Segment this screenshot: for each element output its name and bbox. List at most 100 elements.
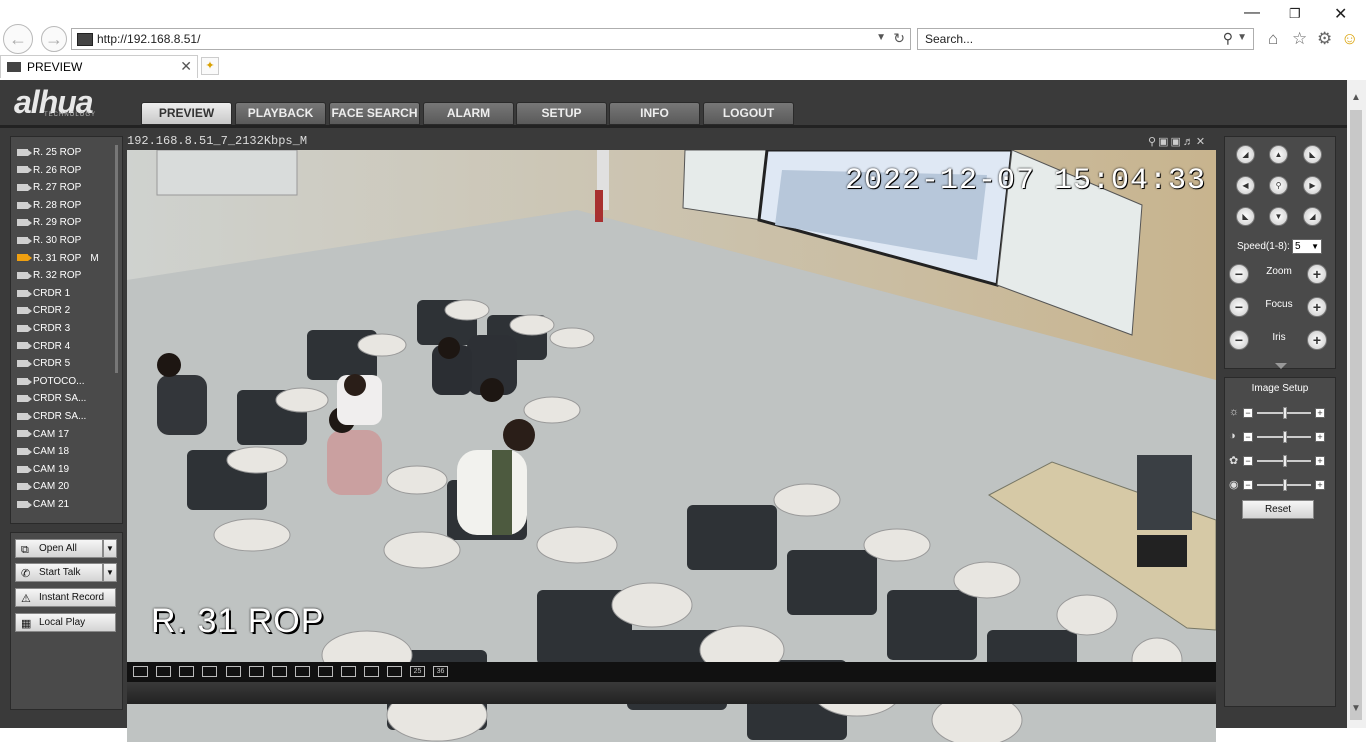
ptz-down-button[interactable]: ▼	[1269, 207, 1288, 226]
channel-item[interactable]: CRDR 5	[17, 356, 70, 372]
tab-playback[interactable]: PLAYBACK	[235, 102, 326, 125]
saturation-increase-button[interactable]: +	[1315, 456, 1325, 466]
layout-4-button[interactable]	[249, 666, 264, 677]
iris-close-button[interactable]: −	[1229, 330, 1249, 350]
scroll-up-icon[interactable]: ▲	[1351, 92, 1361, 103]
tab-face-search[interactable]: FACE SEARCH	[329, 102, 420, 125]
scroll-thumb[interactable]	[1350, 110, 1362, 720]
start-talk-dropdown-icon[interactable]: ▼	[103, 563, 117, 582]
channel-item[interactable]: R. 26 ROP	[17, 163, 81, 179]
channel-item[interactable]: CRDR 2	[17, 303, 70, 319]
ptz-down-right-button[interactable]: ◢	[1303, 207, 1322, 226]
layout-13-button[interactable]	[341, 666, 356, 677]
layout-wide-button[interactable]	[202, 666, 217, 677]
layout-9-button[interactable]	[318, 666, 333, 677]
favorites-star-icon[interactable]: ☆	[1292, 29, 1307, 49]
saturation-decrease-button[interactable]: −	[1243, 456, 1253, 466]
close-video-icon[interactable]: ✕	[1196, 136, 1207, 148]
feedback-smiley-icon[interactable]: ☺	[1341, 29, 1358, 49]
snapshot-icon[interactable]: ▣	[1170, 136, 1182, 148]
ptz-right-button[interactable]: ▶	[1303, 176, 1322, 195]
local-play-button[interactable]: ▦ Local Play	[15, 613, 116, 632]
channel-item[interactable]: CRDR SA...	[17, 409, 86, 425]
channel-item[interactable]: CAM 21	[17, 497, 69, 513]
hue-increase-button[interactable]: +	[1315, 480, 1325, 490]
close-window-icon[interactable]: ✕	[1334, 4, 1347, 24]
ptz-center-button[interactable]: ⚲	[1269, 176, 1288, 195]
channel-list-scrollbar[interactable]	[115, 145, 118, 373]
ptz-left-button[interactable]: ◀	[1236, 176, 1255, 195]
brightness-decrease-button[interactable]: −	[1243, 408, 1253, 418]
channel-item[interactable]: R. 27 ROP	[17, 180, 81, 196]
ptz-down-left-button[interactable]: ◣	[1236, 207, 1255, 226]
speed-select[interactable]: 5 ▼	[1292, 239, 1322, 254]
layout-25-button[interactable]: 25	[410, 666, 425, 677]
new-tab-button[interactable]: ✦	[201, 57, 219, 75]
channel-item[interactable]: CAM 20	[17, 479, 69, 495]
close-tab-icon[interactable]: ✕	[180, 58, 192, 75]
hue-decrease-button[interactable]: −	[1243, 480, 1253, 490]
hue-slider[interactable]	[1283, 479, 1287, 491]
open-all-dropdown-icon[interactable]: ▼	[103, 539, 117, 558]
forward-button[interactable]: →	[41, 26, 67, 52]
layout-1-button[interactable]	[226, 666, 241, 677]
layout-6-button[interactable]	[272, 666, 287, 677]
layout-36-button[interactable]: 36	[433, 666, 448, 677]
channel-item[interactable]: CRDR 4	[17, 339, 70, 355]
layout-stretch-button[interactable]	[156, 666, 171, 677]
channel-item[interactable]: POTOCO...	[17, 374, 85, 390]
channel-item[interactable]: R. 29 ROP	[17, 215, 81, 231]
channel-item[interactable]: CAM 17	[17, 427, 69, 443]
video-feed[interactable]: 2022-12-07 15:04:33 R. 31 ROP	[127, 150, 1216, 742]
channel-item[interactable]: R. 31 ROP M	[17, 251, 99, 267]
channel-item[interactable]: CRDR 1	[17, 286, 70, 302]
open-all-button[interactable]: ⧉ Open All ▼	[15, 539, 117, 558]
ptz-up-button[interactable]: ▲	[1269, 145, 1288, 164]
browser-tab[interactable]: PREVIEW ✕	[0, 55, 198, 78]
scroll-down-icon[interactable]: ▼	[1351, 703, 1361, 714]
home-icon[interactable]: ⌂	[1268, 29, 1278, 49]
search-icon[interactable]: ⚲	[1223, 30, 1233, 47]
page-scrollbar[interactable]: ▲ ▼	[1347, 80, 1366, 728]
saturation-slider[interactable]	[1283, 455, 1287, 467]
contrast-decrease-button[interactable]: −	[1243, 432, 1253, 442]
ptz-up-right-button[interactable]: ◣	[1303, 145, 1322, 164]
restore-icon[interactable]: ❐	[1289, 6, 1301, 22]
tab-alarm[interactable]: ALARM	[423, 102, 514, 125]
back-button[interactable]: ←	[3, 24, 33, 54]
tab-setup[interactable]: SETUP	[516, 102, 607, 125]
instant-record-button[interactable]: ⚠ Instant Record	[15, 588, 116, 607]
channel-item[interactable]: CAM 18	[17, 444, 69, 460]
ptz-up-left-button[interactable]: ◢	[1236, 145, 1255, 164]
zoom-in-button[interactable]: +	[1307, 264, 1327, 284]
channel-item[interactable]: R. 32 ROP	[17, 268, 81, 284]
channel-item[interactable]: R. 30 ROP	[17, 233, 81, 249]
contrast-increase-button[interactable]: +	[1315, 432, 1325, 442]
channel-item[interactable]: CRDR 3	[17, 321, 70, 337]
layout-20-button[interactable]	[387, 666, 402, 677]
reset-button[interactable]: Reset	[1242, 500, 1314, 519]
focus-near-button[interactable]: −	[1229, 297, 1249, 317]
channel-item[interactable]: R. 28 ROP	[17, 198, 81, 214]
search-dropdown-icon[interactable]: ▼	[1237, 32, 1247, 43]
layout-16-button[interactable]	[364, 666, 379, 677]
minimize-icon[interactable]: —	[1244, 4, 1260, 22]
address-bar[interactable]: http://192.168.8.51/ ▼ ↻	[71, 28, 911, 50]
brightness-slider[interactable]	[1283, 407, 1287, 419]
channel-item[interactable]: CRDR SA...	[17, 391, 86, 407]
digital-zoom-icon[interactable]: ⚲	[1148, 136, 1158, 148]
tab-logout[interactable]: LOGOUT	[703, 102, 794, 125]
audio-icon[interactable]: ♬	[1183, 136, 1196, 148]
brightness-increase-button[interactable]: +	[1315, 408, 1325, 418]
contrast-slider[interactable]	[1283, 431, 1287, 443]
zoom-out-button[interactable]: −	[1229, 264, 1249, 284]
focus-far-button[interactable]: +	[1307, 297, 1327, 317]
iris-open-button[interactable]: +	[1307, 330, 1327, 350]
browser-search-input[interactable]: Search... ⚲ ▼	[917, 28, 1254, 50]
channel-item[interactable]: R. 25 ROP	[17, 145, 81, 161]
layout-8-button[interactable]	[295, 666, 310, 677]
stream-switch-icon[interactable]: ▣	[1158, 136, 1170, 148]
settings-gear-icon[interactable]: ⚙	[1317, 29, 1332, 49]
tab-preview[interactable]: PREVIEW	[141, 102, 232, 125]
address-dropdown-icon[interactable]: ▼	[876, 32, 886, 43]
